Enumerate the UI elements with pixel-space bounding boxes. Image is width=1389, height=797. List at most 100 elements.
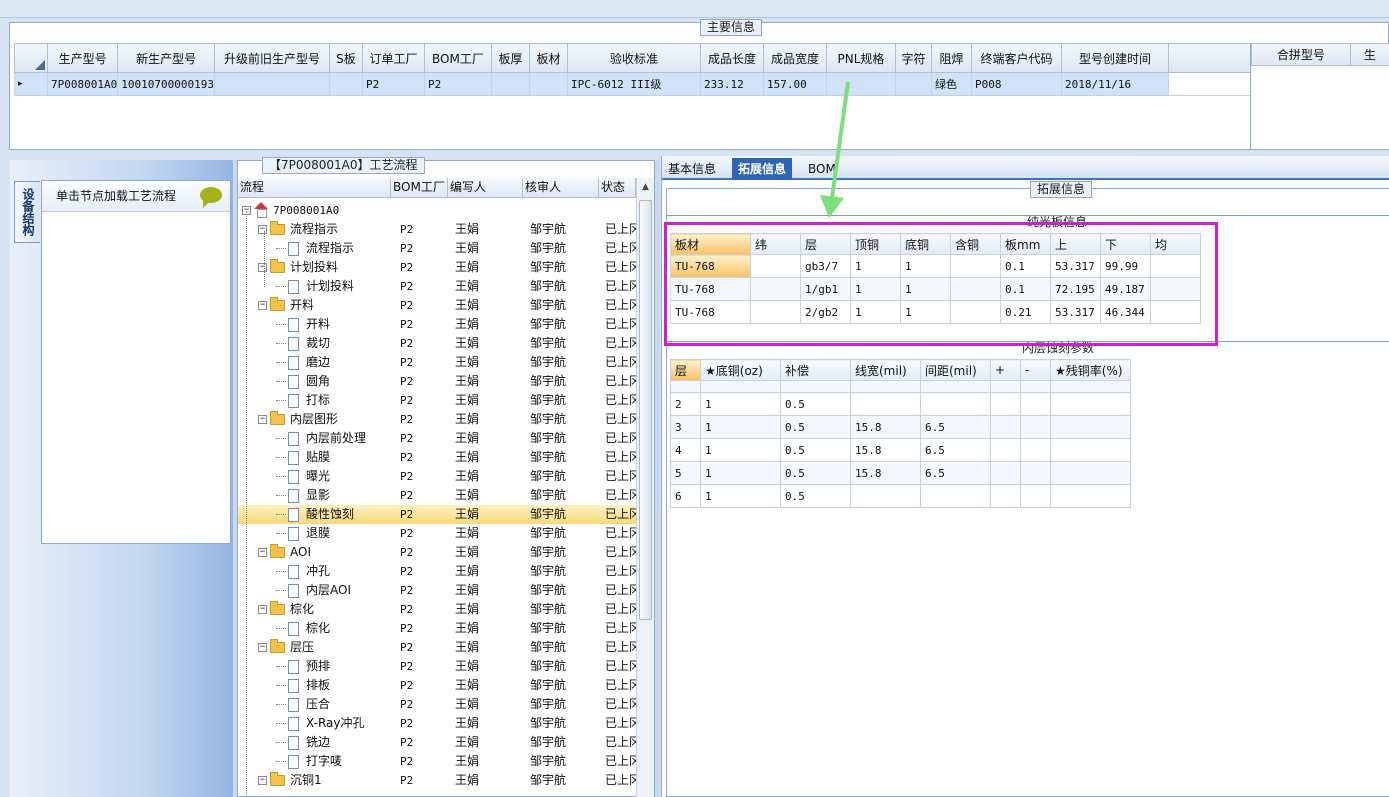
- column-header[interactable]: 型号创建时间: [1060, 43, 1169, 73]
- tree-node[interactable]: 打字唛 P2 王娟 邹宇航 已上冈: [238, 752, 636, 771]
- inner-etch-table[interactable]: 层 ★底铜(oz) 补偿 线宽(mil) 间距(mil) + - ★残铜率(%) 2 1 0.5 3…: [670, 359, 1131, 508]
- table-cell[interactable]: [920, 484, 991, 508]
- column-header[interactable]: S板: [328, 43, 363, 73]
- table-cell[interactable]: [1020, 484, 1051, 508]
- table-cell[interactable]: 15.8: [850, 415, 921, 439]
- tree-node[interactable]: 铣边 P2 王娟 邹宇航 已上冈: [238, 733, 636, 752]
- table-cell[interactable]: [1050, 484, 1131, 508]
- table-cell[interactable]: P2: [361, 72, 425, 96]
- column-header[interactable]: 合拼型号: [1251, 43, 1351, 66]
- table-cell[interactable]: [920, 392, 991, 416]
- tree-node[interactable]: 退膜 P2 王娟 邹宇航 已上冈: [238, 524, 636, 543]
- tree-node[interactable]: 计划投料 P2 王娟 邹宇航 已上冈: [238, 277, 636, 296]
- column-header[interactable]: 流程: [238, 178, 391, 197]
- table-cell[interactable]: 157.00: [762, 72, 827, 96]
- table-cell[interactable]: 4: [670, 438, 701, 462]
- table-cell[interactable]: P008: [970, 72, 1062, 96]
- tree-node[interactable]: 酸性蚀刻 P2 王娟 邹宇航 已上冈: [238, 505, 636, 524]
- tree-node[interactable]: 流程指示 P2 王娟 邹宇航 已上冈: [238, 239, 636, 258]
- table-cell[interactable]: 0.5: [780, 415, 851, 439]
- table-cell[interactable]: [850, 484, 921, 508]
- column-header[interactable]: +: [990, 359, 1021, 381]
- table-cell[interactable]: [528, 72, 568, 96]
- table-cell[interactable]: 2018/11/16: [1060, 72, 1169, 96]
- tree-node[interactable]: − AOI P2 王娟 邹宇航 已上冈: [238, 543, 636, 562]
- column-header[interactable]: 成品宽度: [762, 43, 827, 73]
- column-header[interactable]: 层: [670, 359, 701, 381]
- column-header[interactable]: ★底铜(oz): [700, 359, 781, 381]
- table-cell[interactable]: 10010700000193: [117, 72, 215, 96]
- table-cell[interactable]: 6.5: [920, 461, 991, 485]
- table-cell[interactable]: [780, 380, 851, 393]
- table-cell[interactable]: [670, 380, 701, 393]
- column-header[interactable]: PNL规格: [825, 43, 896, 73]
- table-cell[interactable]: 6: [670, 484, 701, 508]
- collapse-toggle-icon[interactable]: −: [258, 263, 267, 272]
- tree-node[interactable]: − 计划投料 P2 王娟 邹宇航 已上冈: [238, 258, 636, 277]
- table-cell[interactable]: [1050, 380, 1131, 393]
- table-cell[interactable]: [700, 380, 781, 393]
- table-cell[interactable]: [990, 438, 1021, 462]
- column-header[interactable]: 线宽(mil): [850, 359, 921, 381]
- table-cell[interactable]: [850, 380, 921, 393]
- tree-node[interactable]: 显影 P2 王娟 邹宇航 已上冈: [238, 486, 636, 505]
- table-cell[interactable]: 0.5: [780, 438, 851, 462]
- tree-node[interactable]: 圆角 P2 王娟 邹宇航 已上冈: [238, 372, 636, 391]
- collapse-toggle-icon[interactable]: −: [258, 548, 267, 557]
- column-header[interactable]: 状态: [599, 178, 636, 197]
- table-cell[interactable]: [328, 72, 363, 96]
- table-row[interactable]: [670, 380, 1131, 393]
- column-header[interactable]: 间距(mil): [920, 359, 991, 381]
- table-cell[interactable]: 1: [700, 415, 781, 439]
- table-cell[interactable]: [1020, 392, 1051, 416]
- column-header[interactable]: 验收标准: [566, 43, 701, 73]
- table-row[interactable]: 5 1 0.5 15.8 6.5: [670, 461, 1131, 485]
- tree-node[interactable]: 裁切 P2 王娟 邹宇航 已上冈: [238, 334, 636, 353]
- column-header[interactable]: 升级前旧生产型号: [213, 43, 330, 73]
- device-structure-tab[interactable]: 设备结构: [14, 181, 40, 243]
- table-cell[interactable]: [894, 72, 932, 96]
- table-cell[interactable]: 1: [700, 484, 781, 508]
- column-header[interactable]: 阻焊: [930, 43, 972, 73]
- table-cell[interactable]: 15.8: [850, 438, 921, 462]
- table-cell[interactable]: 1: [700, 461, 781, 485]
- tree-node[interactable]: 内层AOI P2 王娟 邹宇航 已上冈: [238, 581, 636, 600]
- table-row[interactable]: 6 1 0.5: [670, 484, 1131, 508]
- collapse-toggle-icon[interactable]: −: [258, 643, 267, 652]
- table-cell[interactable]: [1020, 415, 1051, 439]
- table-cell[interactable]: [1020, 438, 1051, 462]
- column-header[interactable]: 新生产型号: [117, 43, 215, 73]
- tree-node[interactable]: − 开料 P2 王娟 邹宇航 已上冈: [238, 296, 636, 315]
- table-cell[interactable]: 3: [670, 415, 701, 439]
- table-cell[interactable]: [990, 392, 1021, 416]
- tree-node[interactable]: 排板 P2 王娟 邹宇航 已上冈: [238, 676, 636, 695]
- scrollbar-thumb[interactable]: [639, 200, 652, 620]
- tree-node[interactable]: 棕化 P2 王娟 邹宇航 已上冈: [238, 619, 636, 638]
- table-cell[interactable]: [990, 461, 1021, 485]
- column-header[interactable]: BOM工厂: [391, 178, 448, 197]
- tab-extended-info[interactable]: 拓展信息: [732, 158, 793, 180]
- table-row[interactable]: 4 1 0.5 15.8 6.5: [670, 438, 1131, 462]
- tab-bom[interactable]: BOM: [802, 158, 842, 180]
- tree-node[interactable]: − 沉铜1 P2 王娟 邹宇航 已上冈: [238, 771, 636, 790]
- table-cell[interactable]: [850, 392, 921, 416]
- tree-node[interactable]: 曝光 P2 王娟 邹宇航 已上冈: [238, 467, 636, 486]
- tree-node[interactable]: − 内层图形 P2 王娟 邹宇航 已上冈: [238, 410, 636, 429]
- table-cell[interactable]: IPC-6012 III级: [566, 72, 701, 96]
- tree-node[interactable]: 开料 P2 王娟 邹宇航 已上冈: [238, 315, 636, 334]
- table-cell[interactable]: [825, 72, 896, 96]
- column-header[interactable]: -: [1020, 359, 1051, 381]
- table-cell[interactable]: 1: [700, 392, 781, 416]
- table-cell[interactable]: [1050, 392, 1131, 416]
- tree-node[interactable]: − 棕化 P2 王娟 邹宇航 已上冈: [238, 600, 636, 619]
- tree-node[interactable]: 贴膜 P2 王娟 邹宇航 已上冈: [238, 448, 636, 467]
- table-cell[interactable]: 5: [670, 461, 701, 485]
- table-cell[interactable]: [920, 380, 991, 393]
- process-flow-tree[interactable]: −7P008001A0− 流程指示 P2 王娟 邹宇航 已上冈 流程指示 P2 王娟 邹宇航 已上冈…: [238, 201, 636, 797]
- table-cell[interactable]: [1050, 461, 1131, 485]
- table-cell[interactable]: [490, 72, 530, 96]
- column-header[interactable]: ★残铜率(%): [1050, 359, 1131, 381]
- table-cell[interactable]: P2: [423, 72, 492, 96]
- collapse-toggle-icon[interactable]: −: [258, 225, 267, 234]
- tree-node[interactable]: − 层压 P2 王娟 邹宇航 已上冈: [238, 638, 636, 657]
